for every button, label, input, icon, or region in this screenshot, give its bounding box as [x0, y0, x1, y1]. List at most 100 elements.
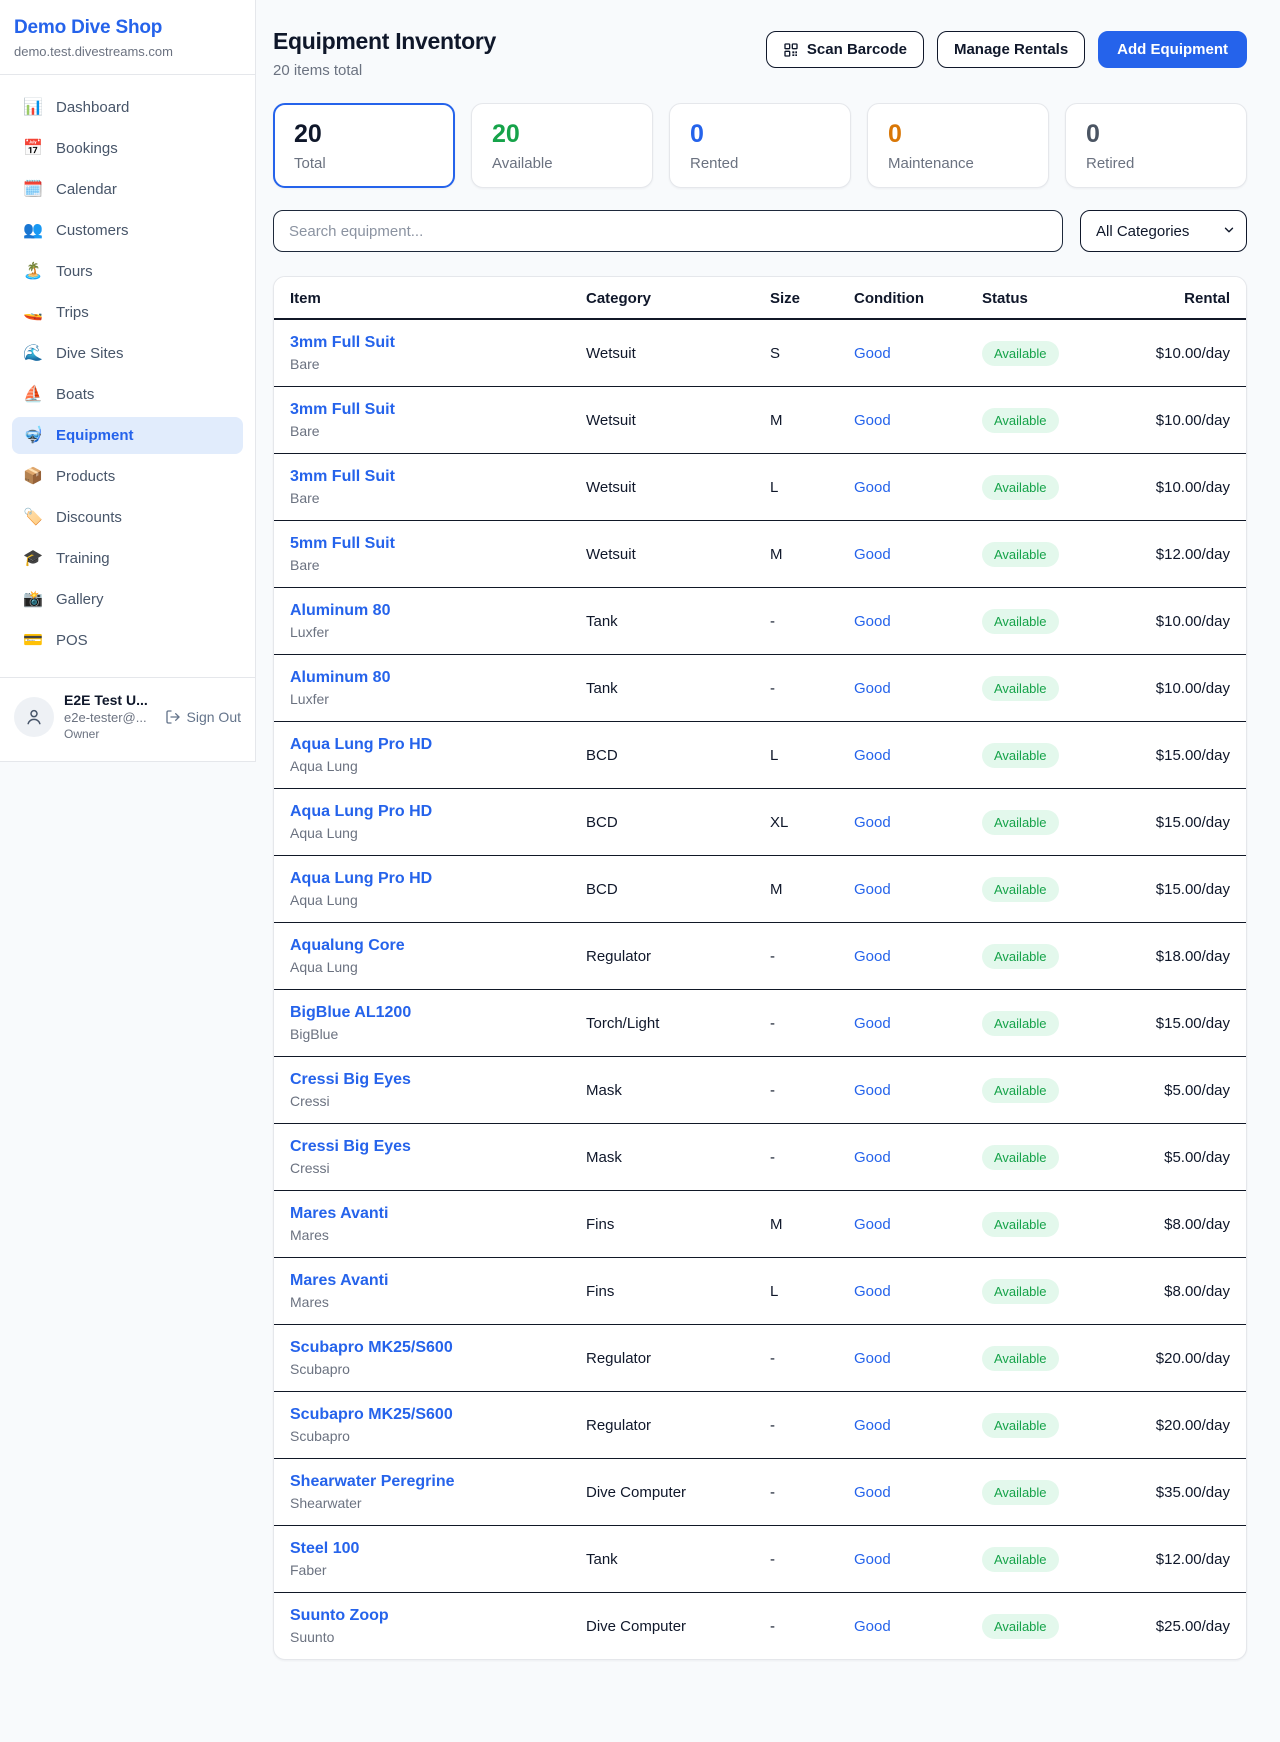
- sidebar-item-training[interactable]: 🎓 Training: [12, 540, 243, 577]
- item-cell: 5mm Full Suit Bare: [274, 521, 570, 588]
- item-rental: $10.00/day: [1116, 319, 1246, 387]
- item-condition-link[interactable]: Good: [854, 1551, 891, 1568]
- item-condition-link[interactable]: Good: [854, 546, 891, 563]
- item-name-link[interactable]: Scubapro MK25/S600: [290, 1406, 453, 1424]
- condition-cell: Good: [838, 856, 966, 923]
- sign-out-button[interactable]: Sign Out: [165, 709, 241, 725]
- item-name-link[interactable]: Suunto Zoop: [290, 1607, 389, 1625]
- table-row: Steel 100 Faber Tank - Good Available: [274, 1526, 1246, 1593]
- item-rental: $15.00/day: [1116, 856, 1246, 923]
- item-cell: BigBlue AL1200 BigBlue: [274, 990, 570, 1057]
- item-name-link[interactable]: Aqua Lung Pro HD: [290, 736, 432, 754]
- item-condition-link[interactable]: Good: [854, 1283, 891, 1300]
- item-condition-link[interactable]: Good: [854, 747, 891, 764]
- sidebar-item-tours[interactable]: 🏝️ Tours: [12, 253, 243, 290]
- qr-scan-icon: [783, 42, 799, 58]
- sidebar-item-dashboard[interactable]: 📊 Dashboard: [12, 89, 243, 126]
- item-condition-link[interactable]: Good: [854, 345, 891, 362]
- item-condition-link[interactable]: Good: [854, 1350, 891, 1367]
- search-input[interactable]: [273, 210, 1063, 252]
- item-name-link[interactable]: BigBlue AL1200: [290, 1004, 411, 1022]
- item-name-link[interactable]: Aluminum 80: [290, 669, 390, 687]
- item-name-link[interactable]: Mares Avanti: [290, 1205, 388, 1223]
- add-equipment-button[interactable]: Add Equipment: [1098, 31, 1247, 68]
- item-rental: $12.00/day: [1116, 521, 1246, 588]
- item-rental: $8.00/day: [1116, 1191, 1246, 1258]
- item-cell: Mares Avanti Mares: [274, 1258, 570, 1325]
- item-name-link[interactable]: Aqualung Core: [290, 937, 405, 955]
- item-name-link[interactable]: Aqua Lung Pro HD: [290, 803, 432, 821]
- sidebar-item-boats[interactable]: ⛵ Boats: [12, 376, 243, 413]
- sidebar-item-customers[interactable]: 👥 Customers: [12, 212, 243, 249]
- item-name-link[interactable]: Aqua Lung Pro HD: [290, 870, 432, 888]
- stat-card[interactable]: 0 Retired: [1065, 103, 1247, 188]
- page-header: Equipment Inventory 20 items total Scan …: [273, 28, 1247, 79]
- status-cell: Available: [966, 1124, 1116, 1191]
- speedboat-icon: 🚤: [22, 305, 44, 321]
- item-name-link[interactable]: 3mm Full Suit: [290, 468, 395, 486]
- sidebar-item-bookings[interactable]: 📅 Bookings: [12, 130, 243, 167]
- item-condition-link[interactable]: Good: [854, 948, 891, 965]
- condition-cell: Good: [838, 923, 966, 990]
- item-condition-link[interactable]: Good: [854, 479, 891, 496]
- status-cell: Available: [966, 1459, 1116, 1526]
- item-name-link[interactable]: Mares Avanti: [290, 1272, 388, 1290]
- item-condition-link[interactable]: Good: [854, 1149, 891, 1166]
- table-row: 3mm Full Suit Bare Wetsuit S Good Availa…: [274, 319, 1246, 387]
- item-condition-link[interactable]: Good: [854, 1216, 891, 1233]
- item-cell: Steel 100 Faber: [274, 1526, 570, 1593]
- stat-card[interactable]: 20 Available: [471, 103, 653, 188]
- item-category: Wetsuit: [570, 521, 754, 588]
- item-condition-link[interactable]: Good: [854, 1618, 891, 1635]
- sidebar-item-dive-sites[interactable]: 🌊 Dive Sites: [12, 335, 243, 372]
- brand-name[interactable]: Demo Dive Shop: [14, 17, 235, 39]
- sidebar-item-equipment[interactable]: 🤿 Equipment: [12, 417, 243, 454]
- sidebar-item-products[interactable]: 📦 Products: [12, 458, 243, 495]
- item-name-link[interactable]: Scubapro MK25/S600: [290, 1339, 453, 1357]
- sidebar-item-pos[interactable]: 💳 POS: [12, 622, 243, 659]
- item-name-link[interactable]: Cressi Big Eyes: [290, 1071, 411, 1089]
- item-condition-link[interactable]: Good: [854, 680, 891, 697]
- item-condition-link[interactable]: Good: [854, 1484, 891, 1501]
- item-rental: $12.00/day: [1116, 1526, 1246, 1593]
- sidebar-item-discounts[interactable]: 🏷️ Discounts: [12, 499, 243, 536]
- item-brand: Scubapro: [290, 1361, 554, 1377]
- item-name-link[interactable]: 3mm Full Suit: [290, 401, 395, 419]
- item-cell: 3mm Full Suit Bare: [274, 454, 570, 521]
- wave-icon: 🌊: [22, 346, 44, 362]
- item-condition-link[interactable]: Good: [854, 881, 891, 898]
- item-condition-link[interactable]: Good: [854, 1015, 891, 1032]
- item-category: Tank: [570, 655, 754, 722]
- stat-card[interactable]: 0 Maintenance: [867, 103, 1049, 188]
- column-header-item: Item: [274, 277, 570, 319]
- sidebar-item-trips[interactable]: 🚤 Trips: [12, 294, 243, 331]
- category-select[interactable]: All Categories: [1080, 210, 1247, 252]
- item-condition-link[interactable]: Good: [854, 613, 891, 630]
- item-condition-link[interactable]: Good: [854, 412, 891, 429]
- item-condition-link[interactable]: Good: [854, 1082, 891, 1099]
- item-brand: Bare: [290, 557, 554, 573]
- item-name-link[interactable]: Aluminum 80: [290, 602, 390, 620]
- item-name-link[interactable]: 3mm Full Suit: [290, 334, 395, 352]
- item-condition-link[interactable]: Good: [854, 1417, 891, 1434]
- stat-card[interactable]: 20 Total: [273, 103, 455, 188]
- status-badge: Available: [982, 877, 1059, 902]
- camera-icon: 📸: [22, 592, 44, 608]
- item-brand: Faber: [290, 1562, 554, 1578]
- table-row: Aqua Lung Pro HD Aqua Lung BCD M Good Av…: [274, 856, 1246, 923]
- item-brand: Cressi: [290, 1093, 554, 1109]
- item-rental: $15.00/day: [1116, 789, 1246, 856]
- manage-rentals-button[interactable]: Manage Rentals: [937, 31, 1085, 68]
- sidebar-item-calendar[interactable]: 🗓️ Calendar: [12, 171, 243, 208]
- header-actions: Scan Barcode Manage Rentals Add Equipmen…: [766, 31, 1247, 68]
- item-name-link[interactable]: Shearwater Peregrine: [290, 1473, 455, 1491]
- item-name-link[interactable]: 5mm Full Suit: [290, 535, 395, 553]
- sidebar-item-gallery[interactable]: 📸 Gallery: [12, 581, 243, 618]
- scan-barcode-label: Scan Barcode: [807, 41, 907, 58]
- scan-barcode-button[interactable]: Scan Barcode: [766, 31, 924, 68]
- status-cell: Available: [966, 1258, 1116, 1325]
- stat-card[interactable]: 0 Rented: [669, 103, 851, 188]
- item-name-link[interactable]: Cressi Big Eyes: [290, 1138, 411, 1156]
- item-name-link[interactable]: Steel 100: [290, 1540, 359, 1558]
- item-condition-link[interactable]: Good: [854, 814, 891, 831]
